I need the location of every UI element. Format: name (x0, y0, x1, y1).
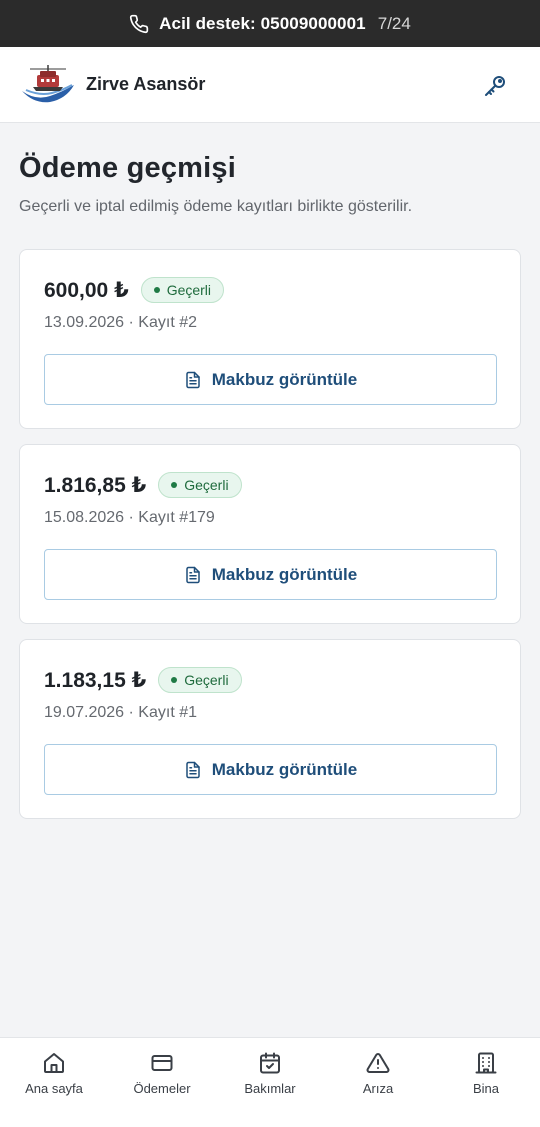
payment-amount: 600,00 ₺ (44, 278, 129, 302)
payment-amount-row: 1.816,85 ₺ Geçerli (44, 472, 242, 498)
nav-label: Bakımlar (244, 1081, 296, 1096)
payment-meta: 13.09.2026 · Kayıt #2 (44, 314, 197, 331)
status-dot-icon (171, 482, 178, 488)
brand-name: Zirve Asansör (86, 74, 206, 94)
view-receipt-label: Makbuz görüntüle (211, 369, 358, 389)
building-icon (474, 1051, 498, 1075)
warning-icon (366, 1051, 390, 1075)
emergency-support-banner[interactable]: Acil destek: 05009000001 7/24 (0, 0, 540, 47)
page-subtitle: Geçerli ve iptal edilmiş ödeme kayıtları… (19, 198, 413, 215)
status-badge: Geçerli (158, 667, 242, 693)
app-screen: Acil destek: 05009000001 7/24 Zirve Asan… (0, 0, 540, 1127)
status-label: Geçerli (184, 477, 229, 493)
view-receipt-button[interactable]: Makbuz görüntüle (44, 549, 497, 600)
nav-item-home[interactable]: Ana sayfa (0, 1038, 108, 1127)
emergency-phone-label: Acil destek: 05009000001 (159, 13, 366, 33)
calendar-check-icon (258, 1051, 282, 1075)
payment-amount: 1.183,15 ₺ (44, 668, 147, 692)
status-dot-icon (153, 287, 160, 293)
nav-label: Arıza (362, 1081, 394, 1096)
nav-item-building[interactable]: Bina (432, 1038, 540, 1127)
status-label: Geçerli (184, 672, 229, 688)
payment-amount-row: 1.183,15 ₺ Geçerli (44, 667, 242, 693)
document-icon (184, 760, 202, 780)
status-dot-icon (171, 677, 178, 683)
document-icon (184, 370, 202, 390)
status-badge: Geçerli (140, 277, 225, 303)
nav-item-fault[interactable]: Arıza (324, 1038, 432, 1127)
nav-item-payments[interactable]: Ödemeler (108, 1038, 216, 1127)
home-icon (42, 1051, 66, 1075)
payment-card: 1.816,85 ₺ Geçerli 15.08.2026 · Kayıt #1… (19, 444, 521, 624)
key-icon[interactable] (480, 71, 510, 101)
payment-amount-row: 600,00 ₺ Geçerli (44, 277, 225, 303)
payment-meta: 15.08.2026 · Kayıt #179 (44, 509, 215, 526)
status-label: Geçerli (166, 282, 212, 298)
view-receipt-label: Makbuz görüntüle (211, 759, 358, 779)
document-icon (184, 565, 202, 585)
payment-card: 600,00 ₺ Geçerli 13.09.2026 · Kayıt #2 M… (19, 249, 521, 429)
payment-meta: 19.07.2026 · Kayıt #1 (44, 704, 197, 721)
nav-label: Ödemeler (133, 1081, 191, 1096)
company-logo (20, 63, 76, 107)
nav-label: Ana sayfa (25, 1081, 83, 1096)
app-header: Zirve Asansör (0, 47, 540, 123)
nav-label: Bina (472, 1081, 500, 1096)
credit-card-icon (150, 1051, 174, 1075)
bottom-navigation: Ana sayfa Ödemeler Bakımlar Arıza Bina (0, 1037, 540, 1127)
payment-card: 1.183,15 ₺ Geçerli 19.07.2026 · Kayıt #1 (19, 639, 521, 819)
status-badge: Geçerli (158, 472, 242, 498)
view-receipt-label: Makbuz görüntüle (211, 564, 358, 584)
support-hours-label: 7/24 (377, 13, 411, 33)
view-receipt-button[interactable]: Makbuz görüntüle (44, 744, 497, 795)
nav-item-maintenance[interactable]: Bakımlar (216, 1038, 324, 1127)
payment-amount: 1.816,85 ₺ (44, 473, 147, 497)
page-title: Ödeme geçmişi (19, 152, 236, 184)
view-receipt-button[interactable]: Makbuz görüntüle (44, 354, 497, 405)
phone-icon (129, 14, 149, 34)
